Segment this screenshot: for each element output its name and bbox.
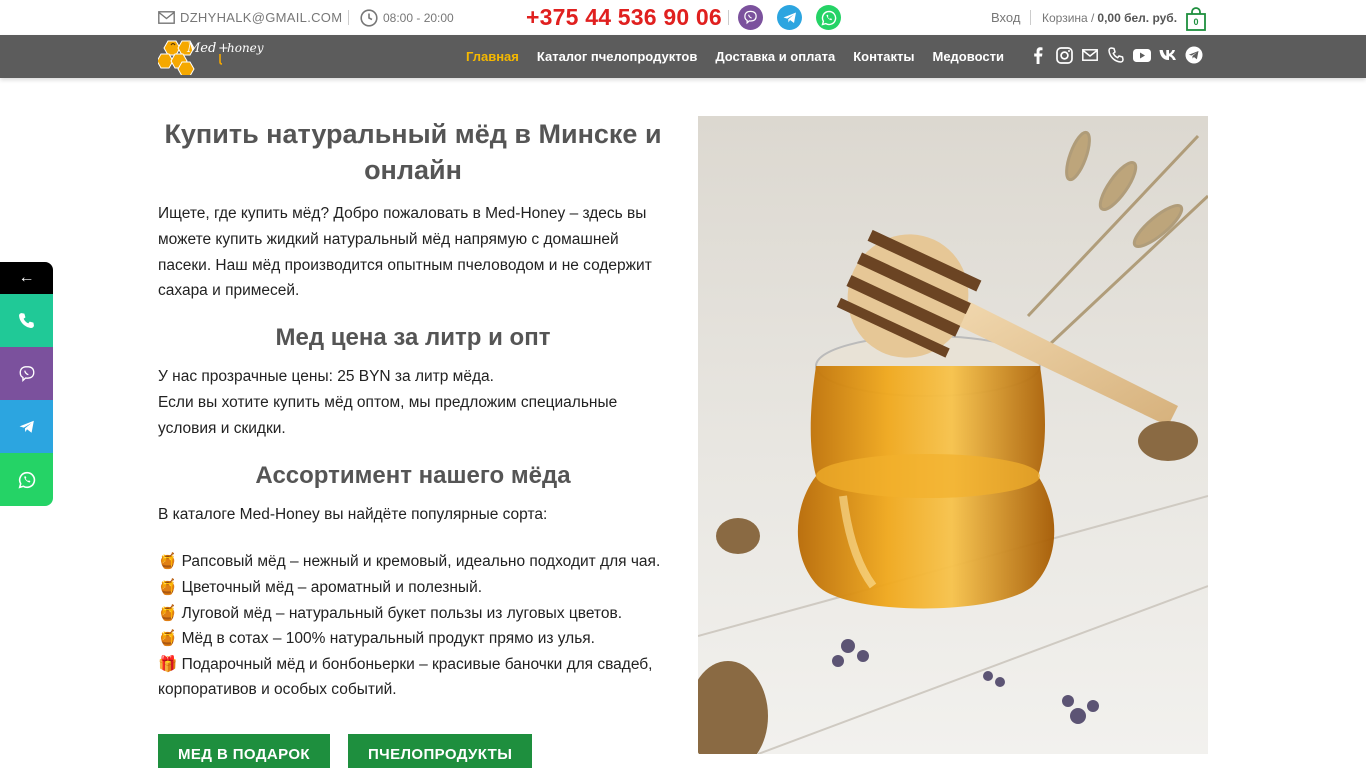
cart-total: 0,00 бел. руб. — [1097, 10, 1178, 25]
cart-label: Корзина / — [1042, 10, 1095, 25]
nav-item-catalog[interactable]: Каталог пчелопродуктов — [537, 49, 697, 64]
gift-honey-button[interactable]: МЕД В ПОДАРОК — [158, 734, 330, 768]
intro-paragraph: Ищете, где купить мёд? Добро пожаловать … — [158, 205, 652, 300]
phone-icon — [19, 313, 34, 328]
viber-icon[interactable] — [738, 5, 763, 30]
instagram-icon[interactable] — [1054, 45, 1074, 65]
vk-icon[interactable] — [1158, 45, 1178, 65]
telegram-icon[interactable] — [1184, 45, 1204, 65]
collapse-arrow-button[interactable]: ← — [0, 262, 53, 294]
assortment-intro: В каталоге Med-Honey вы найдёте популярн… — [158, 505, 548, 523]
honey-jar-image — [698, 116, 1208, 754]
viber-icon — [19, 365, 34, 382]
cart-link[interactable]: Корзина / 0,00 бел. руб. — [1042, 0, 1177, 35]
telegram-icon — [19, 420, 34, 433]
email-icon[interactable] — [1080, 45, 1100, 65]
email-link[interactable]: DZHYHALK@GMAIL.COM — [158, 0, 342, 35]
youtube-icon[interactable] — [1132, 45, 1152, 65]
nav-item-home[interactable]: Главная — [466, 49, 519, 64]
main-content: Купить натуральный мёд в Минске и онлайн… — [158, 116, 668, 768]
phone-button[interactable] — [0, 294, 53, 347]
envelope-icon — [158, 11, 175, 24]
list-item: 🍯 Рапсовый мёд – нежный и кремовый, идеа… — [158, 553, 661, 571]
whatsapp-icon — [18, 471, 35, 488]
svg-text:honey: honey — [227, 41, 264, 55]
nav-item-delivery[interactable]: Доставка и оплата — [715, 49, 835, 64]
list-item: 🍯 Мёд в сотах – 100% натуральный продукт… — [158, 630, 595, 648]
list-item: 🎁 Подарочный мёд и бонбоньерки – красивы… — [158, 655, 653, 699]
bee-products-button[interactable]: ПЧЕЛОПРОДУКТЫ — [347, 734, 533, 768]
clock-icon — [360, 8, 378, 27]
wholesale-line: Если вы хотите купить мёд оптом, мы пред… — [158, 393, 618, 437]
cart-count: 0 — [1193, 17, 1199, 27]
phone-icon[interactable] — [1106, 45, 1126, 65]
honey-list: 🍯 Рапсовый мёд – нежный и кремовый, идеа… — [158, 549, 668, 703]
divider — [1030, 10, 1031, 25]
list-item: 🍯 Луговой мёд – натуральный букет пользы… — [158, 604, 623, 622]
divider — [348, 10, 349, 25]
facebook-icon[interactable] — [1028, 45, 1048, 65]
email-text: DZHYHALK@GMAIL.COM — [180, 10, 343, 25]
nav-item-contacts[interactable]: Контакты — [853, 49, 914, 64]
main-navigation: Med + honey Главная Каталог пчелопродукт… — [0, 35, 1366, 78]
svg-text:Med: Med — [186, 41, 216, 56]
price-line: У нас прозрачные цены: 25 BYN за литр мё… — [158, 368, 494, 386]
cta-buttons: МЕД В ПОДАРОК ПЧЕЛОПРОДУКТЫ — [158, 734, 550, 768]
viber-button[interactable] — [0, 347, 53, 400]
floating-contact-bar: ← — [0, 262, 53, 506]
price-heading: Мед цена за литр и опт — [275, 324, 551, 352]
telegram-button[interactable] — [0, 400, 53, 453]
whatsapp-icon[interactable] — [816, 5, 841, 30]
hours-text: 08:00 - 20:00 — [383, 10, 454, 25]
page-title: Купить натуральный мёд в Минске и онлайн — [164, 119, 662, 185]
phone-link[interactable]: +375 44 536 90 06 — [526, 0, 722, 35]
price-block: У нас прозрачные цены: 25 BYN за литр мё… — [158, 364, 668, 441]
top-bar: DZHYHALK@GMAIL.COM 08:00 - 20:00 +375 44… — [0, 0, 1366, 35]
nav-menu: Главная Каталог пчелопродуктов Доставка … — [466, 35, 1022, 78]
divider — [728, 10, 729, 25]
nav-item-news[interactable]: Медовости — [933, 49, 1004, 64]
site-logo[interactable]: Med + honey — [156, 37, 268, 77]
whatsapp-button[interactable] — [0, 453, 53, 506]
login-link[interactable]: Вход — [991, 0, 1020, 35]
telegram-icon[interactable] — [777, 5, 802, 30]
list-item: 🍯 Цветочный мёд – ароматный и полезный. — [158, 578, 483, 596]
cart-icon[interactable]: 0 — [1186, 7, 1206, 31]
assortment-heading: Ассортимент нашего мёда — [255, 461, 571, 489]
working-hours: 08:00 - 20:00 — [360, 0, 454, 35]
